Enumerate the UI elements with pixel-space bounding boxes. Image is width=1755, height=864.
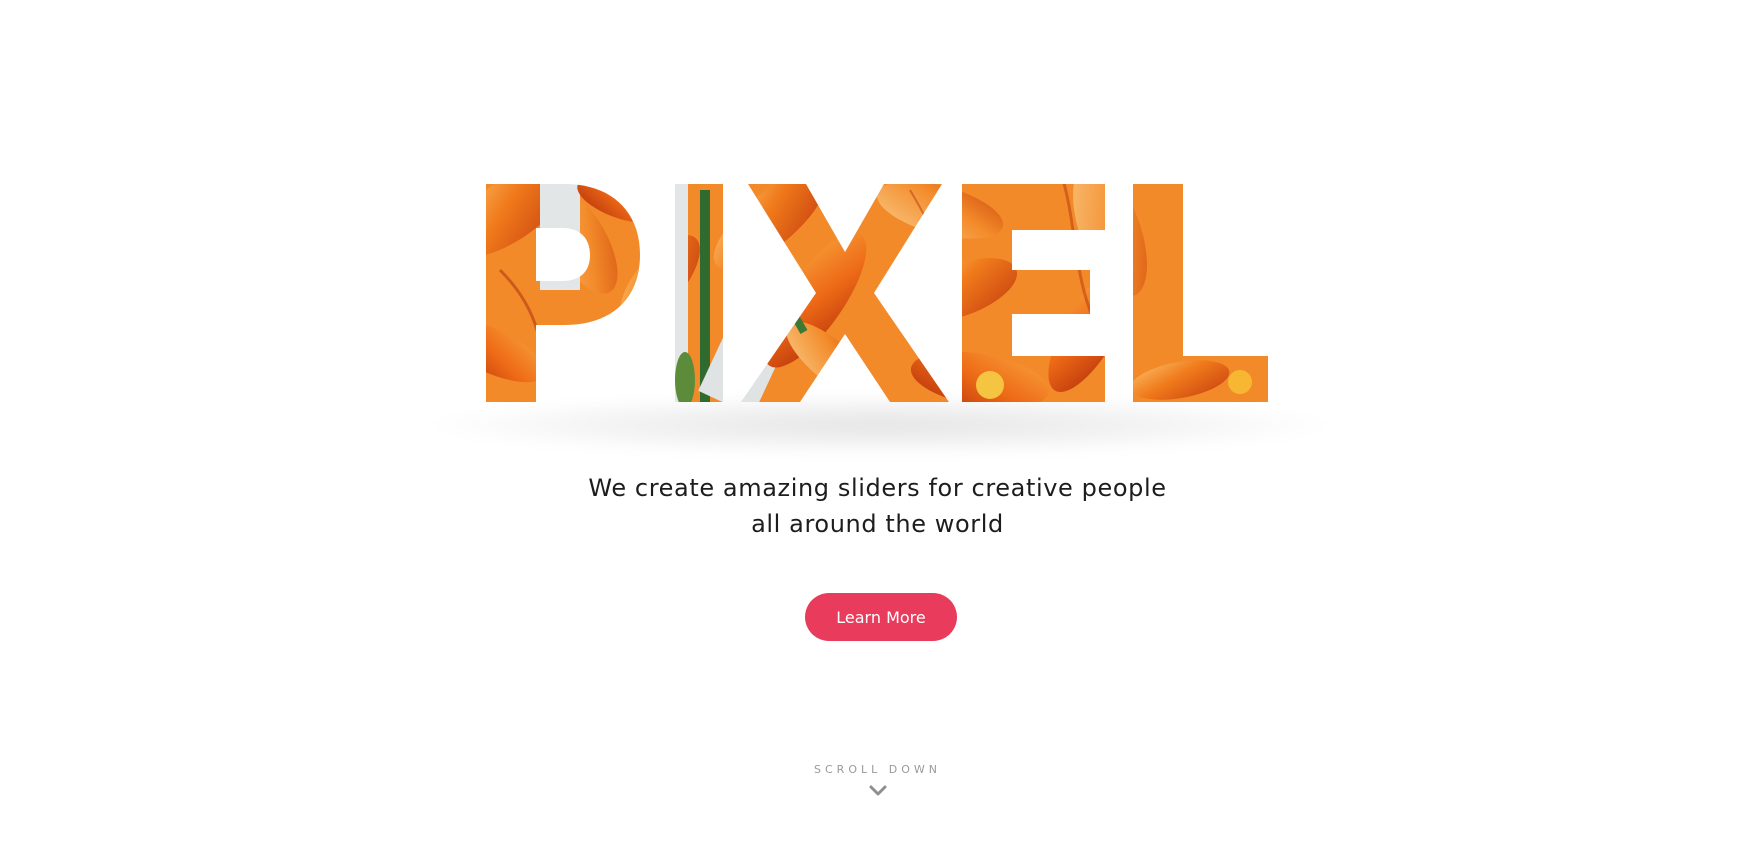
hero-word-graphic xyxy=(486,184,1268,402)
hero-subtitle: We create amazing sliders for creative p… xyxy=(0,470,1755,542)
scroll-down-label: SCROLL DOWN xyxy=(814,763,941,776)
learn-more-button[interactable]: Learn More xyxy=(805,593,957,641)
hero-subtitle-line-2: all around the world xyxy=(751,510,1004,538)
scroll-down-indicator[interactable]: SCROLL DOWN xyxy=(0,763,1755,802)
hero-subtitle-line-1: We create amazing sliders for creative p… xyxy=(588,474,1167,502)
hero-page: We create amazing sliders for creative p… xyxy=(0,0,1755,864)
hero-word xyxy=(470,150,1300,410)
chevron-down-icon[interactable] xyxy=(869,784,887,796)
